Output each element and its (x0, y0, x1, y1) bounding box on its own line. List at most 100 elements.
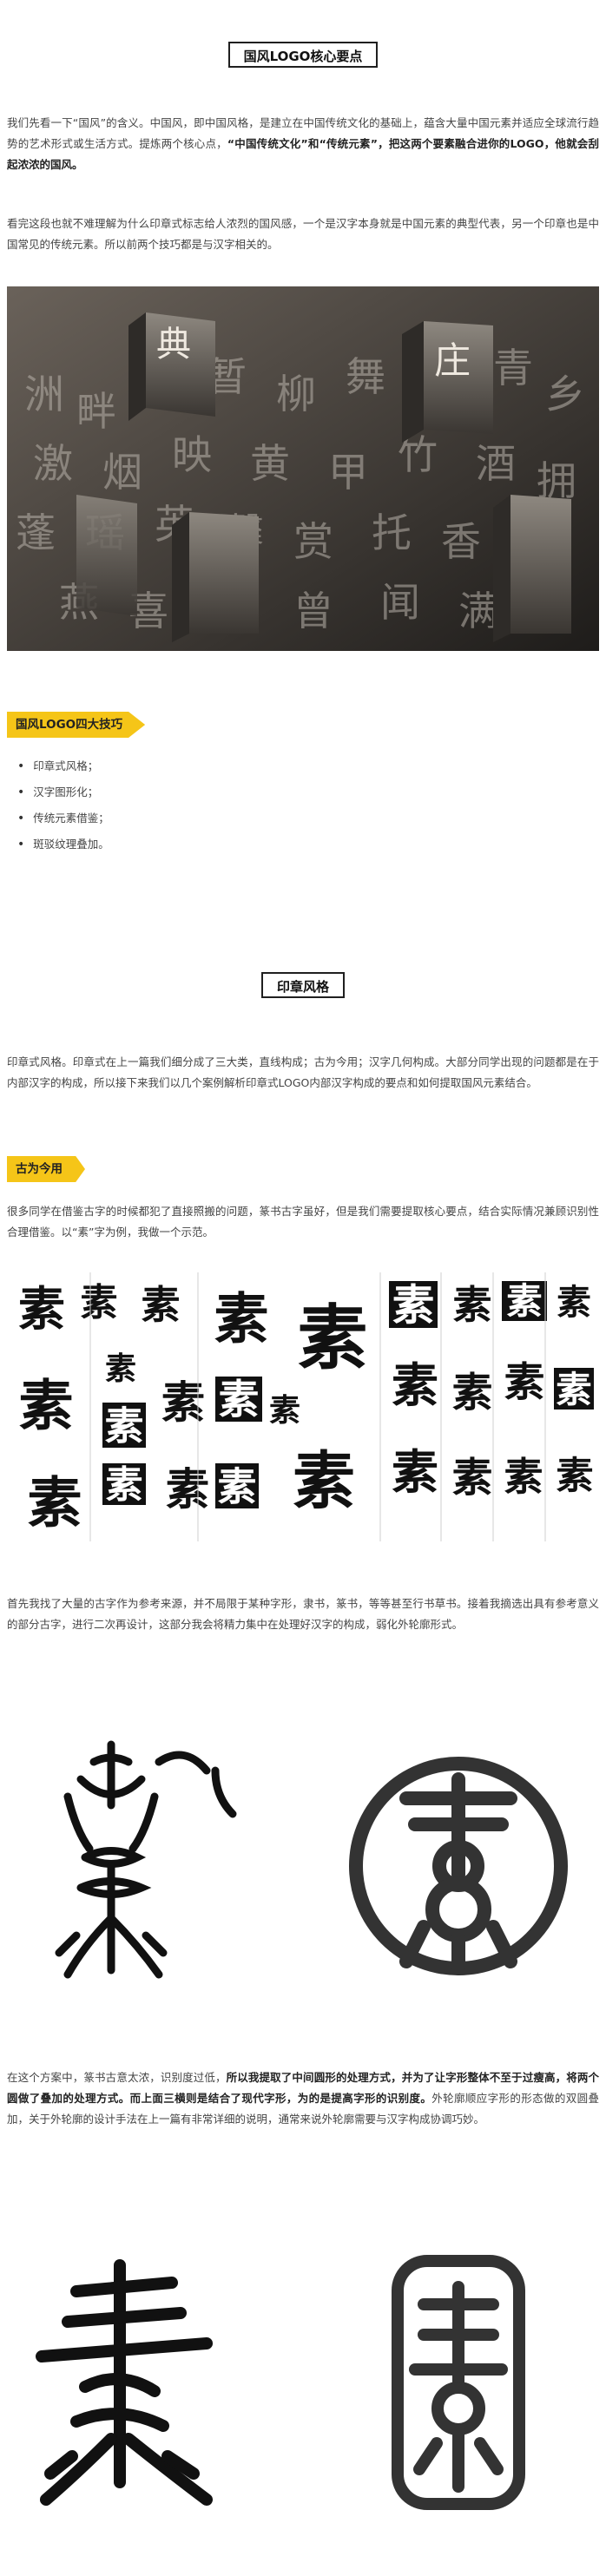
svg-text:素: 素 (269, 1392, 300, 1429)
svg-text:畔: 畔 (76, 388, 116, 435)
svg-text:素: 素 (556, 1370, 591, 1410)
section-title-core: 国风LOGO核心要点 (0, 36, 606, 68)
reference-glyph: 素 (504, 1360, 545, 1407)
design-pair-1 (7, 1727, 599, 2005)
svg-text:庄: 庄 (434, 339, 471, 382)
svg-text:素: 素 (18, 1284, 65, 1336)
section-title-box: 国风LOGO核心要点 (224, 36, 379, 68)
reference-glyph: 素 (269, 1392, 300, 1429)
svg-text:素: 素 (166, 1466, 209, 1515)
svg-text:烟: 烟 (102, 449, 142, 496)
seal-paragraph-4: 在这个方案中，篆书古意太浓，识别度过低，所以我提取了中间圆形的处理方式，并为了让… (7, 2067, 599, 2130)
reference-glyph: 素 (392, 1360, 438, 1412)
svg-text:满: 满 (458, 588, 498, 634)
reference-glyph: 素 (557, 1283, 591, 1323)
svg-text:素: 素 (504, 1454, 543, 1500)
intro-paragraph-2: 看完这段也就不难理解为什么印章式标志给人浓烈的国风感，一个是汉字本身就是中国元素… (7, 217, 599, 251)
svg-text:素: 素 (105, 1462, 142, 1507)
tips-item: 印章式风格； (17, 753, 109, 779)
svg-text:素: 素 (141, 1284, 180, 1327)
reference-glyph: 素 (102, 1462, 146, 1507)
reference-glyph: 素 (297, 1300, 367, 1378)
reference-glyph: 素 (166, 1466, 209, 1515)
reference-glyph: 素 (141, 1284, 180, 1327)
svg-text:激: 激 (33, 440, 73, 487)
intro-paragraph-1: 我们先看一下“国风”的含义。中国风，即中国风格，是建立在中国传统文化的基础上，蕴… (7, 113, 599, 175)
svg-text:素: 素 (219, 1378, 260, 1423)
svg-text:素: 素 (557, 1283, 591, 1323)
reference-glyph: 素 (452, 1282, 491, 1328)
svg-text:典: 典 (156, 325, 191, 365)
reference-glyph: 素 (504, 1454, 543, 1500)
tips-list: 印章式风格； 汉字图形化； 传统元素借鉴； 斑驳纹理叠加。 (17, 753, 109, 858)
svg-text:素: 素 (392, 1360, 438, 1412)
svg-text:素: 素 (556, 1456, 593, 1497)
tips-item: 汉字图形化； (17, 779, 109, 805)
reference-glyph-grid: 素素素素素素素素素素素素素素素素素素素素素素素素素素素素 (7, 1272, 599, 1541)
svg-text:素: 素 (104, 1403, 143, 1449)
tips-item: 传统元素借鉴； (17, 805, 109, 831)
section-title-seal: 印章风格 (0, 967, 606, 998)
svg-text:素: 素 (19, 1377, 74, 1437)
reference-glyph: 素 (215, 1463, 259, 1510)
svg-text:素: 素 (452, 1456, 493, 1502)
movable-type-illustration: 洲畔烟 暂柳舞 街青乡 激烟映 黄甲竹 酒拥 蓬瑶英 馨赏托 香谨 燕喜邀 曾闻… (7, 286, 599, 651)
svg-text:黄: 黄 (250, 440, 290, 487)
svg-text:蓬: 蓬 (16, 509, 56, 556)
reference-glyph: 素 (554, 1368, 594, 1410)
reference-glyph: 素 (105, 1351, 136, 1387)
reference-glyph: 素 (389, 1281, 438, 1330)
seal-paragraph-3: 首先我找了大量的古字作为参考来源，并不局限于某种字形，隶书，篆书，等等甚至行书草… (7, 1597, 599, 1631)
reference-glyph: 素 (214, 1287, 269, 1350)
svg-text:香: 香 (441, 518, 481, 565)
reference-glyph: 素 (452, 1456, 493, 1502)
svg-text:素: 素 (214, 1287, 269, 1350)
glyph-collage: 素素素素素素素素素素素素素素素素素素素素素素素素素素素素 (18, 1272, 594, 1541)
svg-text:托: 托 (372, 509, 412, 556)
svg-text:映: 映 (172, 431, 212, 478)
svg-text:素: 素 (452, 1369, 493, 1416)
svg-text:赏: 赏 (293, 518, 333, 565)
svg-text:素: 素 (504, 1360, 545, 1407)
reference-glyph: 素 (19, 1377, 74, 1437)
seal-paragraph-1: 印章式风格。印章式在上一篇我们细分成了三大类，直线构成；古为今用；汉字几何构成。… (7, 1055, 599, 1089)
svg-text:素: 素 (161, 1377, 205, 1428)
svg-text:素: 素 (392, 1281, 435, 1330)
ancient-tag: 古为今用 (7, 1156, 85, 1182)
svg-text:素: 素 (293, 1444, 355, 1518)
svg-text:素: 素 (392, 1447, 438, 1499)
svg-text:闻: 闻 (380, 579, 420, 626)
svg-text:素: 素 (452, 1282, 491, 1328)
svg-text:柳: 柳 (276, 371, 316, 417)
svg-text:素: 素 (28, 1471, 82, 1534)
reference-glyph: 素 (293, 1444, 355, 1518)
svg-text:素: 素 (217, 1464, 256, 1510)
svg-text:素: 素 (297, 1300, 367, 1378)
reference-glyph: 素 (452, 1369, 493, 1416)
svg-text:甲: 甲 (328, 449, 368, 496)
svg-text:青: 青 (493, 345, 533, 391)
reference-glyph: 素 (80, 1280, 117, 1324)
svg-text:曾: 曾 (293, 588, 333, 634)
reference-glyph: 素 (102, 1403, 146, 1449)
tips-tag: 国风LOGO四大技巧 (7, 712, 146, 738)
section-title-box: 印章风格 (257, 967, 345, 998)
reference-glyph: 素 (161, 1377, 205, 1428)
movable-type-photo: 洲畔烟 暂柳舞 街青乡 激烟映 黄甲竹 酒拥 蓬瑶英 馨赏托 香谨 燕喜邀 曾闻… (7, 286, 599, 651)
svg-text:素: 素 (105, 1351, 136, 1387)
article-page: 国风LOGO核心要点 我们先看一下“国风”的含义。中国风，即中国风格，是建立在中… (0, 0, 606, 2576)
design-pair-1-illustration (55, 1740, 568, 1979)
reference-glyph: 素 (28, 1471, 82, 1534)
svg-text:素: 素 (80, 1280, 117, 1324)
seal-paragraph-2: 很多同学在借鉴古字的时候都犯了直接照搬的问题，篆书古字虽好，但是我们需要提取核心… (7, 1205, 599, 1239)
svg-text:洲: 洲 (24, 371, 64, 417)
p4-text-a: 在这个方案中，篆书古意太浓，识别度过低， (7, 2071, 227, 2084)
reference-glyph: 素 (392, 1447, 438, 1499)
svg-text:舞: 舞 (346, 353, 385, 400)
svg-text:酒: 酒 (476, 440, 516, 487)
design-pair-2 (7, 2239, 599, 2526)
reference-glyph: 素 (18, 1284, 65, 1336)
reference-glyph: 素 (215, 1377, 262, 1423)
svg-text:乡: 乡 (545, 371, 585, 417)
reference-glyph: 素 (556, 1456, 593, 1497)
